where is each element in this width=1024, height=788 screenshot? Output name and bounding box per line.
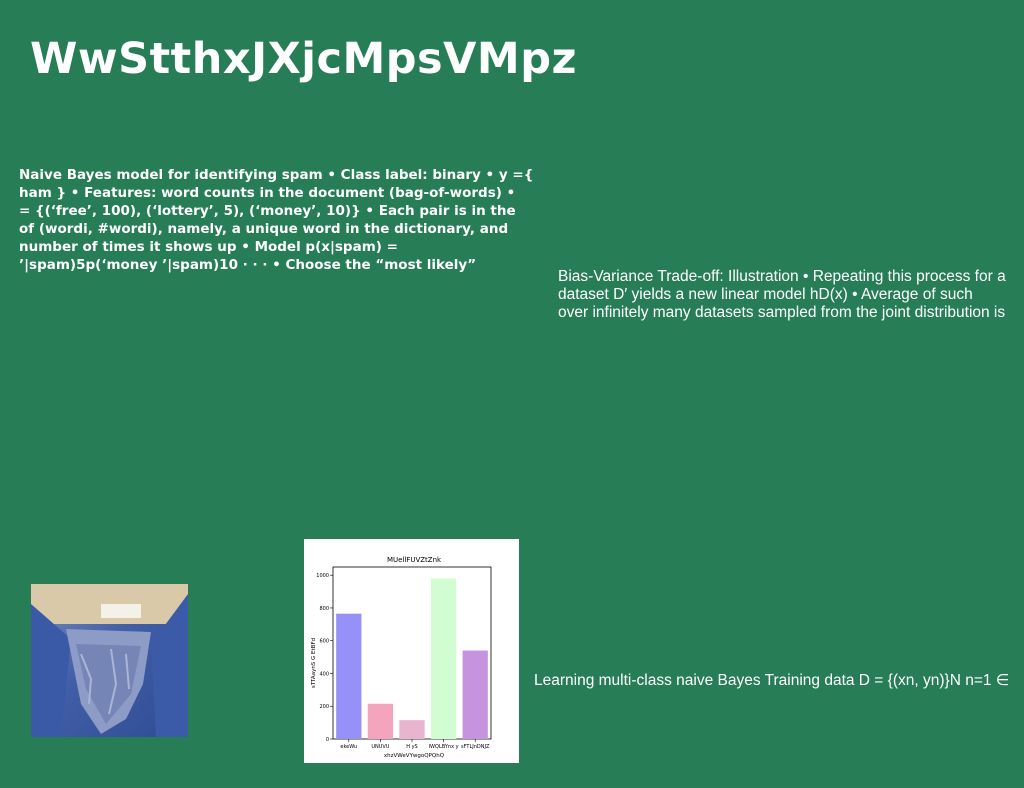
y-tick-label: 400 <box>319 671 329 677</box>
torn-fabric-photo <box>31 584 188 737</box>
bar-sftljndnjz <box>462 650 488 739</box>
x-tick-label: sFTLJnDNJZ <box>461 744 490 750</box>
multiclass-naive-bayes-text-block: Learning multi-class naive Bayes Trainin… <box>534 672 1010 689</box>
y-tick-label: 200 <box>319 704 329 710</box>
bias-variance-text-block: Bias-Variance Trade-off: Illustration • … <box>558 268 1006 321</box>
bar-iwqlbynx-y <box>430 578 457 739</box>
x-tick-label: ekeWu <box>340 744 357 750</box>
naive-bayes-text-block: Naive Bayes model for identifying spam •… <box>19 167 534 273</box>
y-tick-label: 600 <box>319 639 329 645</box>
bar-ekewu <box>336 613 362 739</box>
chart-y-axis-label: sTTAaynS G EtBFd <box>311 638 317 688</box>
y-tick-label: 0 <box>326 737 329 743</box>
chart-x-axis-label: xhzVWeVYwgoQPQhQ <box>384 753 445 759</box>
x-tick-label: UNUVU <box>371 744 389 750</box>
y-tick-label: 1000 <box>316 573 329 579</box>
bar-unuvu <box>367 703 394 739</box>
bar-h-ys <box>399 720 425 739</box>
slide-title: WwStthxJXjcMpsVMpz <box>30 34 578 84</box>
y-tick-label: 800 <box>319 606 329 612</box>
chart-title: MUellFUVZtZnk <box>387 556 442 564</box>
bar-chart: MUellFUVZtZnk sTTAaynS G EtBFd xhzVWeVYw… <box>304 539 519 763</box>
x-tick-label: IWQLBYnx y <box>429 744 459 750</box>
x-tick-label: H yS <box>406 744 417 750</box>
